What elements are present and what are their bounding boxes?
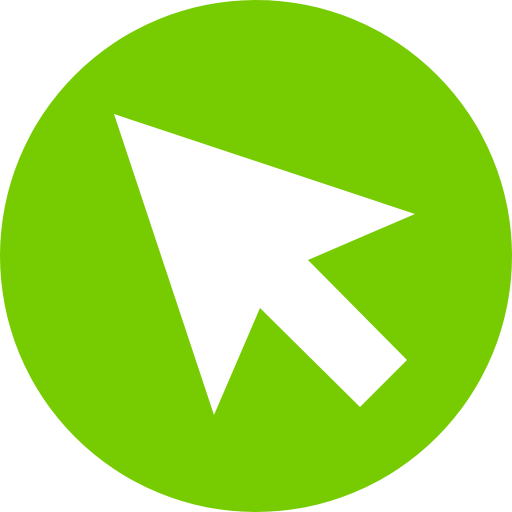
cursor-icon-badge <box>0 0 512 512</box>
cursor-arrow-icon <box>0 0 512 512</box>
